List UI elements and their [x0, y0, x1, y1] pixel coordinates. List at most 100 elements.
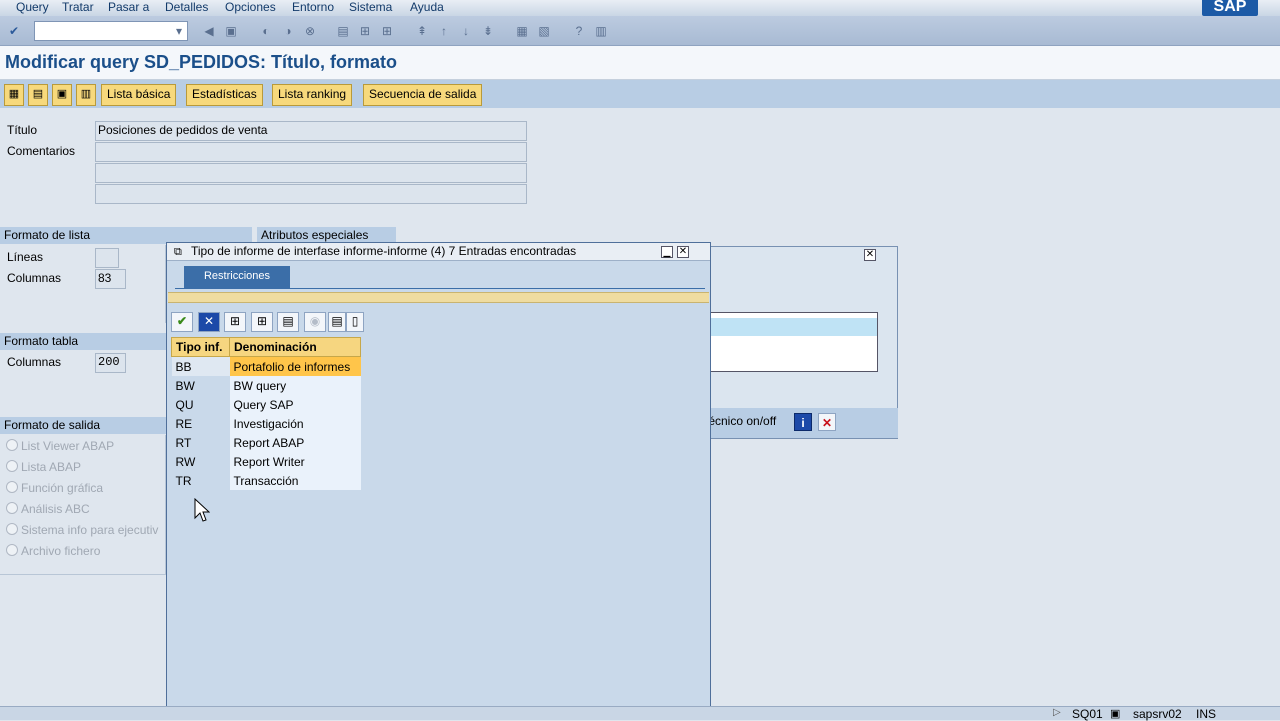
lista-basica-button[interactable]: Lista básica [101, 84, 177, 106]
tabla-columnas-field[interactable]: 200 [95, 353, 126, 373]
document-icon[interactable]: ▤ [28, 84, 48, 106]
shortcut-icon[interactable]: ▧ [536, 23, 552, 39]
layout-icon[interactable]: ▯ [346, 312, 364, 332]
radio-sistema-info[interactable]: Sistema info para ejecutiv [6, 523, 166, 537]
cell-name[interactable]: Investigación [229, 414, 361, 433]
print-icon[interactable]: ▤ [335, 23, 351, 39]
estadisticas-button[interactable]: Estadísticas [186, 84, 263, 106]
radio-label: Sistema info para ejecutiv [21, 523, 159, 537]
cell-code[interactable]: BW [171, 376, 230, 395]
last-page-icon[interactable]: ⇟ [480, 23, 496, 39]
radio-label: List Viewer ABAP [21, 439, 115, 453]
col-header-tipo[interactable]: Tipo inf. [171, 337, 230, 357]
info-icon[interactable]: i [794, 413, 812, 431]
cancel-icon[interactable]: ✕ [818, 413, 836, 431]
cell-code[interactable]: RE [171, 414, 230, 433]
ranking-icon[interactable]: ▥ [76, 84, 96, 106]
cell-name[interactable]: Report ABAP [229, 433, 361, 452]
comentarios-field-3[interactable] [95, 184, 527, 204]
menu-detalles[interactable]: Detalles [165, 0, 208, 15]
close-icon[interactable]: ✕ [864, 249, 876, 261]
titulo-field[interactable]: Posiciones de pedidos de venta [95, 121, 527, 141]
cell-name[interactable]: Portafolio de informes [229, 356, 361, 376]
basic-list-icon[interactable]: ▣ [52, 84, 72, 106]
value-list-table: Tipo inf. Denominación BB Portafolio de i… [171, 337, 361, 490]
help-icon[interactable]: ? [571, 23, 587, 39]
layout-menu-icon[interactable]: ▥ [593, 23, 609, 39]
print-icon[interactable]: ▤ [328, 312, 346, 332]
back-arrow-icon[interactable]: ◀ [201, 23, 217, 39]
find-next-icon[interactable]: ⊞ [379, 23, 395, 39]
status-arrow-icon[interactable]: ▷ [1053, 707, 1061, 718]
cell-code[interactable]: TR [171, 471, 230, 490]
formato-salida-header: Formato de salida [0, 417, 170, 434]
find-icon[interactable]: ⊞ [224, 312, 246, 332]
table-row[interactable]: RW Report Writer [171, 452, 361, 471]
restrictions-bar[interactable] [168, 292, 709, 303]
radio-list-viewer[interactable]: List Viewer ABAP [6, 439, 114, 453]
sort-icon[interactable]: ▤ [277, 312, 299, 332]
menu-pasar-a[interactable]: Pasar a [108, 0, 149, 15]
tab-underline [175, 288, 705, 289]
titulo-label: Título [7, 123, 38, 137]
back-icon[interactable]: ◐ [258, 23, 274, 39]
cell-code[interactable]: BB [171, 356, 230, 376]
comentarios-field-2[interactable] [95, 163, 527, 183]
close-icon[interactable]: ✕ [677, 246, 689, 258]
menu-tratar[interactable]: Tratar [62, 0, 94, 15]
cell-code[interactable]: QU [171, 395, 230, 414]
table-row[interactable]: BB Portafolio de informes [171, 356, 361, 376]
first-page-icon[interactable]: ⇞ [414, 23, 430, 39]
table-row[interactable]: QU Query SAP [171, 395, 361, 414]
popup-title: Tipo de informe de interfase informe-inf… [167, 243, 710, 261]
dialog-list-row[interactable] [709, 318, 877, 336]
columnas-field[interactable]: 83 [95, 269, 126, 289]
radio-label: Análisis ABC [21, 502, 90, 516]
menu-opciones[interactable]: Opciones [225, 0, 276, 15]
table-row[interactable]: TR Transacción [171, 471, 361, 490]
table-row[interactable]: RT Report ABAP [171, 433, 361, 452]
save-icon[interactable]: ▣ [223, 23, 239, 39]
radio-analisis-abc[interactable]: Análisis ABC [6, 502, 90, 516]
change-icon[interactable]: ▦ [4, 84, 24, 106]
previous-page-icon[interactable]: ↑ [436, 23, 452, 39]
table-row[interactable]: BW BW query [171, 376, 361, 395]
cell-name[interactable]: Transacción [229, 471, 361, 490]
col-header-denominacion[interactable]: Denominación [229, 337, 361, 357]
next-page-icon[interactable]: ↓ [458, 23, 474, 39]
radio-funcion-grafica[interactable]: Función gráfica [6, 481, 103, 495]
page-title: Modificar query SD_PEDIDOS: Título, form… [5, 52, 398, 72]
find-next-icon[interactable]: ⊞ [251, 312, 273, 332]
enter-icon[interactable]: ✔ [6, 23, 22, 39]
menu-entorno[interactable]: Entorno [292, 0, 334, 15]
cell-name[interactable]: Query SAP [229, 395, 361, 414]
session-icon[interactable]: ▣ [1110, 707, 1120, 720]
new-session-icon[interactable]: ▦ [514, 23, 530, 39]
radio-archivo-fichero[interactable]: Archivo fichero [6, 544, 100, 558]
cell-code[interactable]: RW [171, 452, 230, 471]
comentarios-field-1[interactable] [95, 142, 527, 162]
cell-name[interactable]: Report Writer [229, 452, 361, 471]
lista-ranking-button[interactable]: Lista ranking [272, 84, 353, 106]
menu-ayuda[interactable]: Ayuda [410, 0, 444, 15]
minimize-icon[interactable]: ▁ [661, 246, 673, 258]
exit-icon[interactable]: ◑ [280, 23, 296, 39]
check-icon[interactable]: ✔ [171, 312, 193, 332]
system-toolbar [0, 16, 1280, 46]
cell-name[interactable]: BW query [229, 376, 361, 395]
command-field[interactable] [34, 21, 188, 41]
lineas-field[interactable] [95, 248, 119, 268]
cell-code[interactable]: RT [171, 433, 230, 452]
tab-restricciones[interactable]: Restricciones [184, 266, 290, 288]
cancel-icon[interactable]: ⊗ [302, 23, 318, 39]
cancel-selection-icon[interactable]: ✕ [198, 312, 220, 332]
find-icon[interactable]: ⊞ [357, 23, 373, 39]
tecnico-toggle-button[interactable]: técnico on/off [705, 414, 776, 428]
secuencia-salida-button[interactable]: Secuencia de salida [363, 84, 483, 106]
command-dropdown-icon[interactable]: ▾ [173, 23, 185, 39]
menu-query[interactable]: Query [16, 0, 49, 15]
menu-sistema[interactable]: Sistema [349, 0, 392, 15]
filter-icon[interactable]: ◉ [304, 312, 326, 332]
radio-lista-abap[interactable]: Lista ABAP [6, 460, 81, 474]
table-row[interactable]: RE Investigación [171, 414, 361, 433]
